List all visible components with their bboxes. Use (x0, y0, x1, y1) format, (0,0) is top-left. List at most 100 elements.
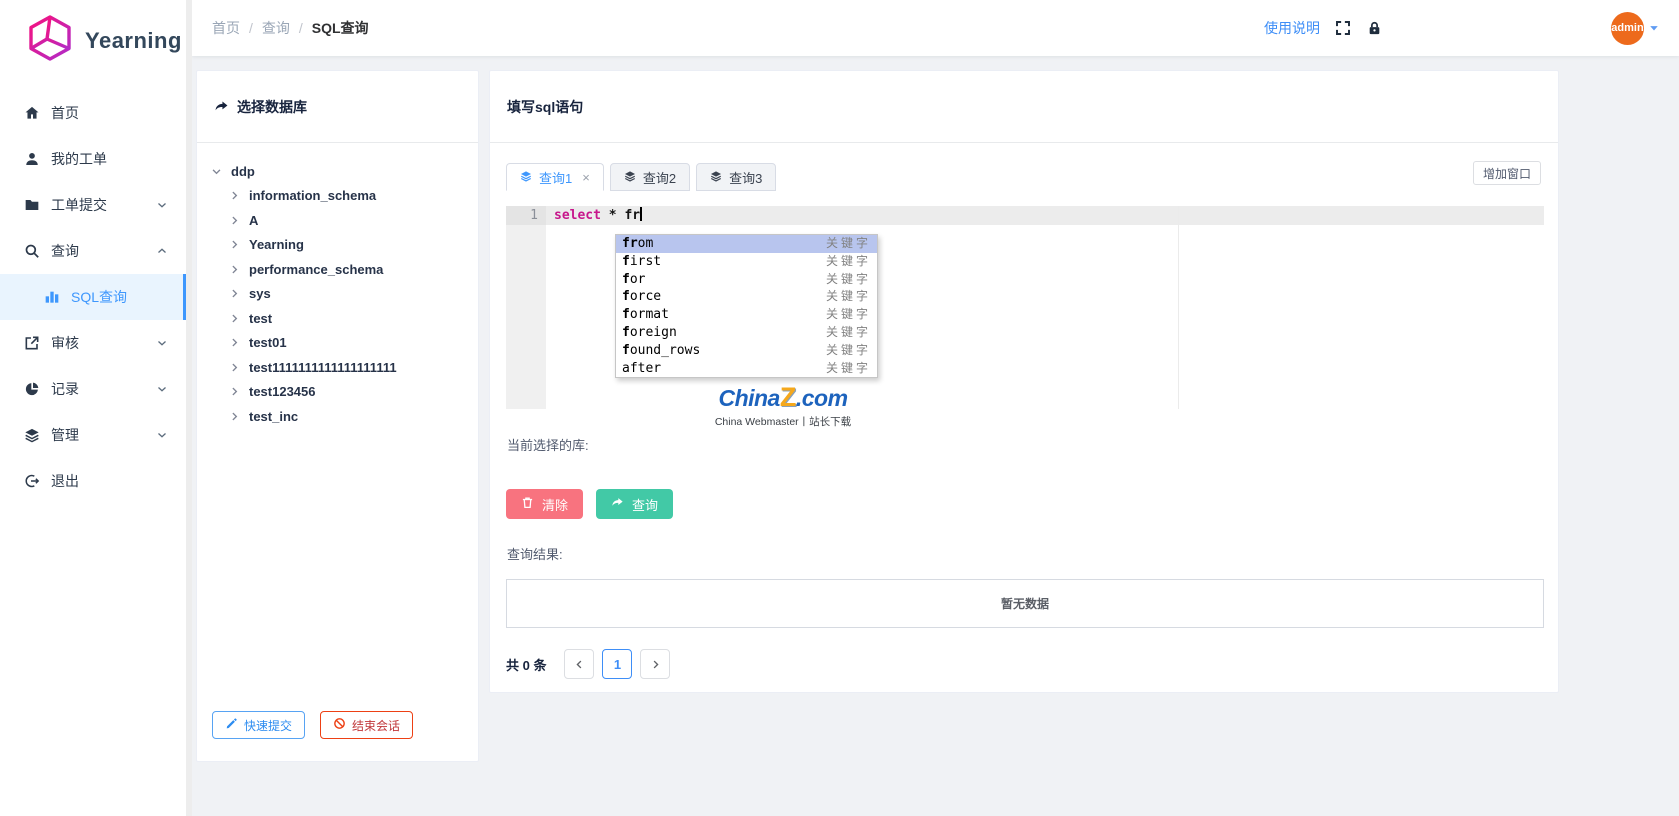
editor-gutter (506, 206, 546, 409)
quick-submit-button[interactable]: 快速提交 (212, 711, 305, 739)
autocomplete-item[interactable]: after 关键字 (616, 360, 877, 378)
tree-node[interactable]: test123456 (229, 380, 478, 405)
end-session-button[interactable]: 结束会话 (320, 711, 413, 739)
autocomplete-item[interactable]: from 关键字 (616, 235, 877, 253)
hint-type: 关键字 (826, 271, 871, 289)
query-label: 查询 (632, 495, 658, 514)
chevron-right-icon (229, 411, 240, 422)
stop-circle-icon (333, 717, 346, 733)
total-count: 共 0 条 (506, 655, 546, 674)
fullscreen-icon[interactable] (1334, 19, 1352, 37)
tree-node[interactable]: sys (229, 282, 478, 307)
chevron-down-icon (156, 383, 168, 395)
app-logo[interactable]: Yearning (0, 0, 186, 67)
sidebar-item-ticket-submit[interactable]: 工单提交 (0, 182, 186, 228)
hint-type: 关键字 (826, 253, 871, 271)
no-data-text: 暂无数据 (1001, 595, 1049, 612)
folder-icon (24, 197, 40, 213)
tree-node[interactable]: information_schema (229, 184, 478, 209)
tab-query1[interactable]: 查询1 × (506, 163, 604, 191)
tree-node-label: information_schema (249, 188, 376, 203)
tree-node[interactable]: test1111111111111111111 (229, 355, 478, 380)
hint-rest: orce (630, 288, 661, 306)
page-number-button[interactable]: 1 (602, 649, 632, 679)
topbar-actions: 使用说明 admin (1264, 12, 1659, 45)
tree-children: information_schema A Yearning performanc… (211, 184, 478, 429)
autocomplete-item[interactable]: for 关键字 (616, 271, 877, 289)
pencil-icon (225, 717, 238, 733)
tree-node[interactable]: test_inc (229, 404, 478, 429)
pagination: 共 0 条 1 (506, 649, 678, 679)
topbar: 首页 查询 SQL查询 使用说明 admin (192, 0, 1679, 56)
end-session-label: 结束会话 (352, 717, 400, 734)
sidebar-item-label: 首页 (51, 103, 79, 123)
autocomplete-item[interactable]: foreign 关键字 (616, 324, 877, 342)
autocomplete-item[interactable]: format 关键字 (616, 306, 877, 324)
lock-icon[interactable] (1366, 20, 1383, 37)
breadcrumb-home[interactable]: 首页 (212, 18, 240, 38)
tree-node[interactable]: A (229, 208, 478, 233)
tab-query2[interactable]: 查询2 (610, 163, 690, 191)
hint-match: f (622, 306, 630, 324)
external-link-icon (24, 335, 40, 351)
query-button[interactable]: 查询 (596, 489, 673, 519)
close-icon[interactable]: × (582, 171, 590, 184)
sidebar-item-audit[interactable]: 审核 (0, 320, 186, 366)
chevron-right-icon (229, 337, 240, 348)
logout-icon (24, 473, 40, 489)
tab-query3[interactable]: 查询3 (696, 163, 776, 191)
avatar[interactable]: admin (1611, 12, 1644, 45)
chevron-right-icon (229, 264, 240, 275)
autocomplete-item[interactable]: first 关键字 (616, 253, 877, 271)
sidebar-item-records[interactable]: 记录 (0, 366, 186, 412)
tree-node[interactable]: Yearning (229, 233, 478, 258)
next-page-button[interactable] (640, 649, 670, 679)
pie-chart-icon (24, 381, 40, 397)
sidebar-item-logout[interactable]: 退出 (0, 458, 186, 504)
sidebar-item-admin[interactable]: 管理 (0, 412, 186, 458)
tree-node[interactable]: test01 (229, 331, 478, 356)
autocomplete-item[interactable]: found_rows 关键字 (616, 342, 877, 360)
database-tree: ddp information_schema A Yearning perfor… (197, 143, 478, 429)
layers-icon (624, 170, 636, 185)
sidebar-item-sql-query[interactable]: SQL查询 (0, 274, 186, 320)
sql-code-editor[interactable]: 1 select * fr from 关键字 first 关键字 for 关键字… (506, 206, 1544, 409)
tree-node-label: test (249, 311, 272, 326)
add-window-button[interactable]: 增加窗口 (1473, 161, 1541, 185)
sidebar-item-home[interactable]: 首页 (0, 90, 186, 136)
breadcrumb: 首页 查询 SQL查询 (212, 18, 369, 38)
chevron-down-icon (156, 337, 168, 349)
sidebar-item-label: 记录 (51, 379, 79, 399)
tree-node[interactable]: performance_schema (229, 257, 478, 282)
chevron-down-icon (156, 199, 168, 211)
sql-code-text: * fr (601, 208, 640, 223)
prev-page-button[interactable] (564, 649, 594, 679)
sidebar-item-label: 审核 (51, 333, 79, 353)
tree-node-root[interactable]: ddp (211, 159, 478, 184)
clear-button[interactable]: 清除 (506, 489, 583, 519)
sidebar-menu: 首页 我的工单 工单提交 查询 (0, 90, 186, 504)
text-cursor (640, 207, 642, 221)
layers-icon (710, 170, 722, 185)
user-menu[interactable]: admin (1611, 12, 1659, 45)
yearning-hexcube-icon (26, 14, 74, 67)
quick-submit-label: 快速提交 (244, 717, 292, 734)
sidebar-item-my-tickets[interactable]: 我的工单 (0, 136, 186, 182)
tree-node[interactable]: test (229, 306, 478, 331)
hint-match: f (622, 253, 630, 271)
tree-node-label: sys (249, 286, 271, 301)
help-link[interactable]: 使用说明 (1264, 18, 1320, 38)
sidebar-item-query[interactable]: 查询 (0, 228, 186, 274)
code-line: select * fr (554, 206, 642, 225)
editor-ruler (1178, 206, 1179, 409)
hint-rest: irst (630, 253, 661, 271)
forward-arrow-icon (611, 496, 624, 512)
database-panel-header: 选择数据库 (197, 71, 478, 143)
autocomplete-item[interactable]: force 关键字 (616, 288, 877, 306)
chevron-right-icon (229, 362, 240, 373)
breadcrumb-current: SQL查询 (312, 18, 369, 38)
hint-rest: ormat (630, 306, 669, 324)
clear-label: 清除 (542, 495, 568, 514)
breadcrumb-query[interactable]: 查询 (262, 18, 290, 38)
editor-actions: 清除 查询 (506, 489, 673, 519)
